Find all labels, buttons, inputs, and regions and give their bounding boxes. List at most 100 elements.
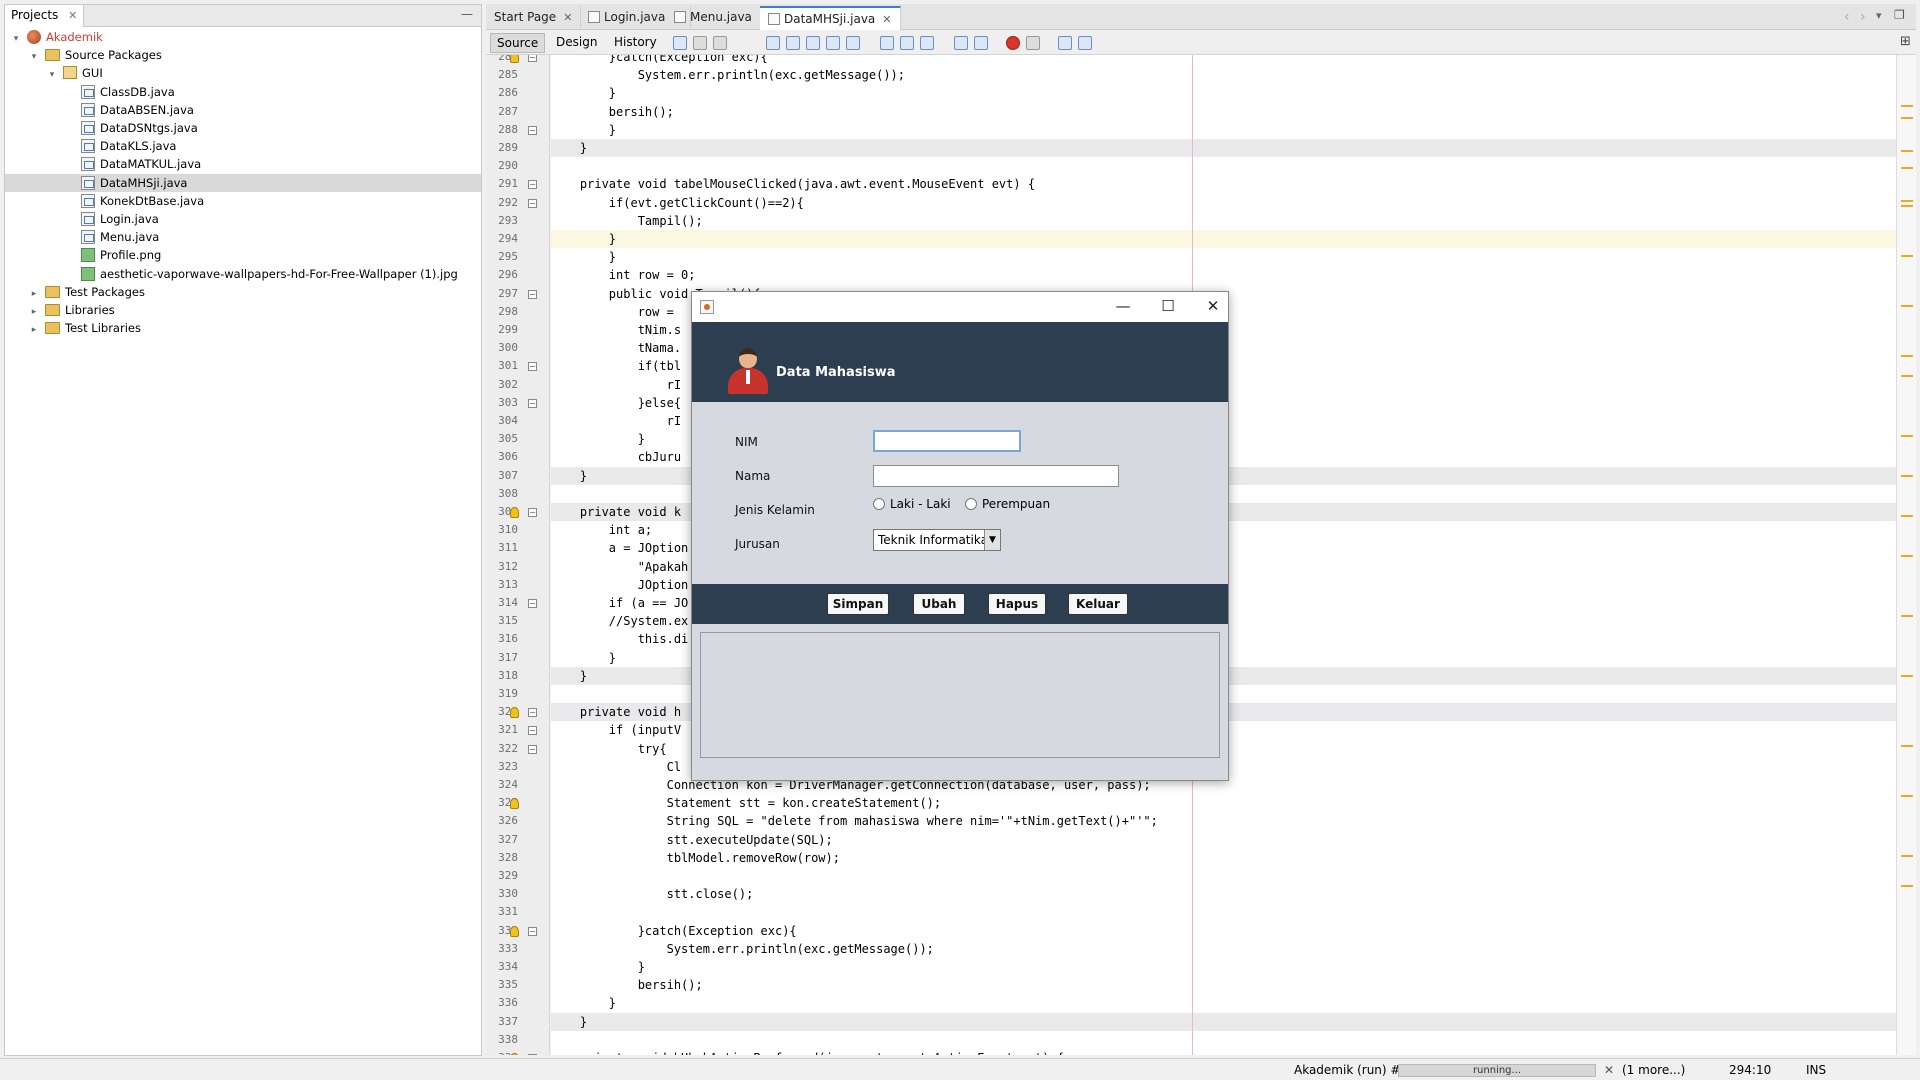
code-line[interactable]: Statement stt = kon.createStatement(); [551,794,1896,812]
previous-bookmark-icon[interactable] [880,36,894,50]
hint-bulb-icon[interactable] [510,55,519,63]
close-icon[interactable]: ✕ [563,11,572,24]
warning-mark[interactable] [1901,200,1913,202]
minimize-button[interactable]: — [1109,296,1137,318]
code-line[interactable]: String SQL = "delete from mahasiswa wher… [551,812,1896,830]
simpan-button[interactable]: Simpan [827,593,889,615]
forward-icon[interactable] [713,36,727,50]
scroll-tabs-right-icon[interactable]: › [1860,9,1866,25]
close-button[interactable]: ✕ [1199,296,1227,318]
fold-toggle-icon[interactable]: − [528,744,537,754]
code-line[interactable]: } [551,248,1896,266]
warning-mark[interactable] [1901,745,1913,747]
stop-macro-icon[interactable] [1026,36,1040,50]
code-line[interactable]: stt.close(); [551,885,1896,903]
warning-mark[interactable] [1901,355,1913,357]
warning-mark[interactable] [1901,515,1913,517]
warning-mark[interactable] [1901,167,1913,169]
tab-projects[interactable]: Projects ✕ [5,5,85,27]
code-line[interactable]: } [551,139,1896,157]
fold-toggle-icon[interactable]: − [528,125,537,135]
toggle-bookmark-icon[interactable] [920,36,934,50]
next-bookmark-icon[interactable] [900,36,914,50]
chevron-right-icon[interactable]: ▸ [29,321,39,339]
fold-toggle-icon[interactable]: − [528,708,537,718]
scroll-tabs-left-icon[interactable]: ‹ [1844,9,1850,25]
warning-mark[interactable] [1901,150,1913,152]
close-icon[interactable]: ✕ [68,9,77,22]
tree-item[interactable]: KonekDtBase.java [5,192,481,210]
maximize-button[interactable]: ☐ [1154,296,1182,318]
warning-mark[interactable] [1901,615,1913,617]
keluar-button[interactable]: Keluar [1068,593,1128,615]
tree-item[interactable]: DataMHSji.java [5,173,481,192]
code-line[interactable]: private void bUbahActionPerformed(java.a… [551,1049,1896,1055]
warning-mark[interactable] [1901,885,1913,887]
hint-bulb-icon[interactable] [510,798,519,810]
tree-item[interactable]: ▾ Akademik [5,28,481,46]
view-design-button[interactable]: Design [550,33,603,53]
maximize-editor-icon[interactable]: ⊞ [1900,34,1911,49]
code-line[interactable]: if(evt.getClickCount()==2){ [551,194,1896,212]
nama-field[interactable] [873,465,1119,487]
code-line[interactable]: } [551,958,1896,976]
warning-mark[interactable] [1901,795,1913,797]
fold-toggle-icon[interactable]: − [528,398,537,408]
code-line[interactable]: }catch(Exception exc){ [551,55,1896,66]
code-line[interactable]: private void tabelMouseClicked(java.awt.… [551,175,1896,193]
code-line[interactable]: } [551,994,1896,1012]
warning-mark[interactable] [1901,205,1913,207]
warning-mark[interactable] [1901,117,1913,119]
start-macro-icon[interactable] [1006,36,1020,50]
radio-perempuan[interactable]: Perempuan [965,497,1050,511]
radio-laki-laki[interactable]: Laki - Laki [873,497,951,511]
warning-mark[interactable] [1901,375,1913,377]
code-line[interactable]: System.err.println(exc.getMessage()); [551,940,1896,958]
hint-bulb-icon[interactable] [510,707,519,719]
chevron-down-icon[interactable]: ▼ [984,530,1000,550]
run-status-label[interactable]: Akademik (run) #2 [1294,1063,1408,1077]
uncomment-icon[interactable] [1078,36,1092,50]
find-next-icon[interactable] [806,36,820,50]
tree-item[interactable]: DataABSEN.java [5,101,481,119]
tree-item[interactable]: ▸ Test Packages [5,283,481,301]
hint-bulb-icon[interactable] [510,507,519,518]
hapus-button[interactable]: Hapus [988,593,1046,615]
code-line[interactable]: } [551,230,1896,248]
warning-mark[interactable] [1901,855,1913,857]
find-icon[interactable] [766,36,780,50]
minimize-icon[interactable]: — [461,7,473,21]
jurusan-combobox[interactable]: Teknik Informatika ▼ [873,529,1001,551]
warning-mark[interactable] [1901,675,1913,677]
fold-toggle-icon[interactable]: − [528,508,537,517]
tree-item[interactable]: ▸ Test Libraries [5,319,481,337]
code-line[interactable] [551,1031,1896,1049]
code-line[interactable]: bersih(); [551,976,1896,994]
rectangular-selection-icon[interactable] [846,36,860,50]
code-line[interactable]: bersih(); [551,103,1896,121]
tree-item[interactable]: Profile.png [5,246,481,264]
insert-mode[interactable]: INS [1806,1063,1826,1077]
warning-mark[interactable] [1901,475,1913,477]
fold-toggle-icon[interactable]: − [528,362,537,372]
tree-item[interactable]: ClassDB.java [5,83,481,101]
mahasiswa-table[interactable] [700,632,1220,758]
code-line[interactable] [551,903,1896,921]
nim-field[interactable] [873,430,1021,452]
last-edit-icon[interactable] [673,36,687,50]
code-line[interactable]: stt.executeUpdate(SQL); [551,831,1896,849]
more-processes-link[interactable]: (1 more...) [1622,1063,1685,1077]
code-line[interactable]: Tampil(); [551,212,1896,230]
tree-item[interactable]: ▾ Source Packages [5,46,481,64]
fold-toggle-icon[interactable]: − [528,599,537,608]
code-line[interactable]: } [551,84,1896,102]
view-history-button[interactable]: History [608,33,663,53]
ubah-button[interactable]: Ubah [913,593,965,615]
dialog-titlebar[interactable]: — ☐ ✕ [692,292,1228,322]
shift-right-icon[interactable] [974,36,988,50]
code-line[interactable]: } [551,121,1896,139]
tree-item[interactable]: aesthetic-vaporwave-wallpapers-hd-For-Fr… [5,265,481,283]
find-previous-icon[interactable] [786,36,800,50]
code-line[interactable] [551,157,1896,175]
fold-toggle-icon[interactable]: − [528,198,537,208]
